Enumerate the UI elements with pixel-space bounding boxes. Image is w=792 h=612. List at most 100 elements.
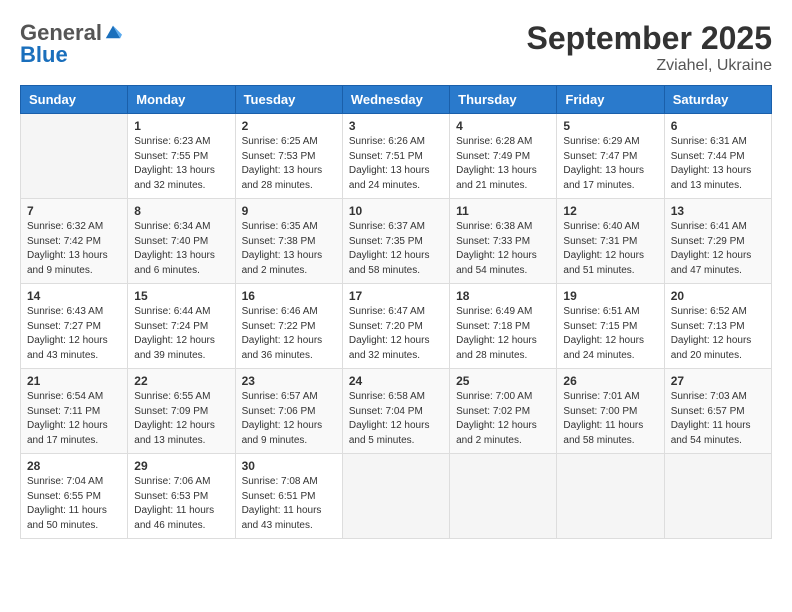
calendar-cell: 13 Sunrise: 6:41 AM Sunset: 7:29 PM Dayli… <box>664 199 771 284</box>
calendar-cell: 25 Sunrise: 7:00 AM Sunset: 7:02 PM Dayli… <box>450 369 557 454</box>
calendar-cell: 11 Sunrise: 6:38 AM Sunset: 7:33 PM Dayli… <box>450 199 557 284</box>
weekday-header-tuesday: Tuesday <box>235 86 342 114</box>
day-info: Sunrise: 6:26 AM Sunset: 7:51 PM Dayligh… <box>349 135 443 193</box>
day-info: Sunrise: 7:00 AM Sunset: 7:02 PM Dayligh… <box>456 390 550 448</box>
day-number: 18 <box>456 289 550 303</box>
calendar-cell: 8 Sunrise: 6:34 AM Sunset: 7:40 PM Daylig… <box>128 199 235 284</box>
calendar-week-row: 21 Sunrise: 6:54 AM Sunset: 7:11 PM Dayli… <box>21 369 772 454</box>
title-block: September 2025 Zviahel, Ukraine <box>527 20 772 75</box>
calendar-cell: 23 Sunrise: 6:57 AM Sunset: 7:06 PM Dayli… <box>235 369 342 454</box>
calendar-cell: 9 Sunrise: 6:35 AM Sunset: 7:38 PM Daylig… <box>235 199 342 284</box>
calendar-cell <box>342 454 449 539</box>
calendar-cell: 29 Sunrise: 7:06 AM Sunset: 6:53 PM Dayli… <box>128 454 235 539</box>
day-number: 15 <box>134 289 228 303</box>
day-info: Sunrise: 7:03 AM Sunset: 6:57 PM Dayligh… <box>671 390 765 448</box>
calendar-cell <box>450 454 557 539</box>
logo: General Blue <box>20 20 122 68</box>
day-info: Sunrise: 7:01 AM Sunset: 7:00 PM Dayligh… <box>563 390 657 448</box>
calendar-cell: 4Sunrise: 6:28 AM Sunset: 7:49 PM Daylig… <box>450 114 557 199</box>
day-number: 26 <box>563 374 657 388</box>
calendar-cell: 24 Sunrise: 6:58 AM Sunset: 7:04 PM Dayli… <box>342 369 449 454</box>
day-number: 7 <box>27 204 121 218</box>
calendar-table: SundayMondayTuesdayWednesdayThursdayFrid… <box>20 85 772 539</box>
weekday-header-thursday: Thursday <box>450 86 557 114</box>
calendar-week-row: 28 Sunrise: 7:04 AM Sunset: 6:55 PM Dayli… <box>21 454 772 539</box>
day-info: Sunrise: 7:04 AM Sunset: 6:55 PM Dayligh… <box>27 475 121 533</box>
day-info: Sunrise: 6:32 AM Sunset: 7:42 PM Dayligh… <box>27 220 121 278</box>
day-number: 21 <box>27 374 121 388</box>
logo-icon <box>104 22 122 40</box>
calendar-cell: 7 Sunrise: 6:32 AM Sunset: 7:42 PM Daylig… <box>21 199 128 284</box>
day-info: Sunrise: 6:52 AM Sunset: 7:13 PM Dayligh… <box>671 305 765 363</box>
calendar-cell: 26 Sunrise: 7:01 AM Sunset: 7:00 PM Dayli… <box>557 369 664 454</box>
day-number: 9 <box>242 204 336 218</box>
day-number: 8 <box>134 204 228 218</box>
day-number: 13 <box>671 204 765 218</box>
weekday-header-friday: Friday <box>557 86 664 114</box>
day-number: 24 <box>349 374 443 388</box>
calendar-cell: 21 Sunrise: 6:54 AM Sunset: 7:11 PM Dayli… <box>21 369 128 454</box>
weekday-header-saturday: Saturday <box>664 86 771 114</box>
day-info: Sunrise: 6:37 AM Sunset: 7:35 PM Dayligh… <box>349 220 443 278</box>
calendar-cell: 1 Sunrise: 6:23 AM Sunset: 7:55 PM Daylig… <box>128 114 235 199</box>
calendar-header-row: SundayMondayTuesdayWednesdayThursdayFrid… <box>21 86 772 114</box>
calendar-cell: 30 Sunrise: 7:08 AM Sunset: 6:51 PM Dayli… <box>235 454 342 539</box>
day-info: Sunrise: 7:08 AM Sunset: 6:51 PM Dayligh… <box>242 475 336 533</box>
day-info: Sunrise: 6:40 AM Sunset: 7:31 PM Dayligh… <box>563 220 657 278</box>
day-number: 22 <box>134 374 228 388</box>
day-number: 28 <box>27 459 121 473</box>
day-number: 12 <box>563 204 657 218</box>
day-info: Sunrise: 6:23 AM Sunset: 7:55 PM Dayligh… <box>134 135 228 193</box>
page-subtitle: Zviahel, Ukraine <box>527 57 772 75</box>
calendar-cell <box>664 454 771 539</box>
calendar-cell: 22Sunrise: 6:55 AM Sunset: 7:09 PM Dayli… <box>128 369 235 454</box>
weekday-header-sunday: Sunday <box>21 86 128 114</box>
day-number: 14 <box>27 289 121 303</box>
day-info: Sunrise: 6:57 AM Sunset: 7:06 PM Dayligh… <box>242 390 336 448</box>
calendar-cell <box>21 114 128 199</box>
day-number: 23 <box>242 374 336 388</box>
day-info: Sunrise: 6:38 AM Sunset: 7:33 PM Dayligh… <box>456 220 550 278</box>
calendar-cell: 18 Sunrise: 6:49 AM Sunset: 7:18 PM Dayli… <box>450 284 557 369</box>
calendar-cell: 14 Sunrise: 6:43 AM Sunset: 7:27 PM Dayli… <box>21 284 128 369</box>
day-number: 1 <box>134 119 228 133</box>
calendar-cell: 17 Sunrise: 6:47 AM Sunset: 7:20 PM Dayli… <box>342 284 449 369</box>
calendar-cell: 19 Sunrise: 6:51 AM Sunset: 7:15 PM Dayli… <box>557 284 664 369</box>
calendar-week-row: 14 Sunrise: 6:43 AM Sunset: 7:27 PM Dayli… <box>21 284 772 369</box>
day-number: 27 <box>671 374 765 388</box>
day-info: Sunrise: 6:49 AM Sunset: 7:18 PM Dayligh… <box>456 305 550 363</box>
day-info: Sunrise: 6:51 AM Sunset: 7:15 PM Dayligh… <box>563 305 657 363</box>
calendar-cell: 12 Sunrise: 6:40 AM Sunset: 7:31 PM Dayli… <box>557 199 664 284</box>
day-number: 11 <box>456 204 550 218</box>
day-info: Sunrise: 6:31 AM Sunset: 7:44 PM Dayligh… <box>671 135 765 193</box>
weekday-header-wednesday: Wednesday <box>342 86 449 114</box>
logo-blue: Blue <box>20 42 68 68</box>
day-info: Sunrise: 6:41 AM Sunset: 7:29 PM Dayligh… <box>671 220 765 278</box>
day-number: 17 <box>349 289 443 303</box>
day-info: Sunrise: 6:34 AM Sunset: 7:40 PM Dayligh… <box>134 220 228 278</box>
day-number: 30 <box>242 459 336 473</box>
day-number: 5 <box>563 119 657 133</box>
day-info: Sunrise: 6:29 AM Sunset: 7:47 PM Dayligh… <box>563 135 657 193</box>
day-info: Sunrise: 6:46 AM Sunset: 7:22 PM Dayligh… <box>242 305 336 363</box>
day-number: 19 <box>563 289 657 303</box>
day-info: Sunrise: 6:54 AM Sunset: 7:11 PM Dayligh… <box>27 390 121 448</box>
calendar-cell: 20 Sunrise: 6:52 AM Sunset: 7:13 PM Dayli… <box>664 284 771 369</box>
calendar-cell: 28 Sunrise: 7:04 AM Sunset: 6:55 PM Dayli… <box>21 454 128 539</box>
day-number: 6 <box>671 119 765 133</box>
day-info: Sunrise: 6:58 AM Sunset: 7:04 PM Dayligh… <box>349 390 443 448</box>
weekday-header-monday: Monday <box>128 86 235 114</box>
calendar-cell: 27 Sunrise: 7:03 AM Sunset: 6:57 PM Dayli… <box>664 369 771 454</box>
day-info: Sunrise: 6:25 AM Sunset: 7:53 PM Dayligh… <box>242 135 336 193</box>
day-info: Sunrise: 6:35 AM Sunset: 7:38 PM Dayligh… <box>242 220 336 278</box>
day-info: Sunrise: 6:47 AM Sunset: 7:20 PM Dayligh… <box>349 305 443 363</box>
day-number: 29 <box>134 459 228 473</box>
calendar-cell: 5 Sunrise: 6:29 AM Sunset: 7:47 PM Daylig… <box>557 114 664 199</box>
day-info: Sunrise: 6:43 AM Sunset: 7:27 PM Dayligh… <box>27 305 121 363</box>
calendar-cell: 2Sunrise: 6:25 AM Sunset: 7:53 PM Daylig… <box>235 114 342 199</box>
day-number: 16 <box>242 289 336 303</box>
day-number: 20 <box>671 289 765 303</box>
day-info: Sunrise: 7:06 AM Sunset: 6:53 PM Dayligh… <box>134 475 228 533</box>
calendar-week-row: 7 Sunrise: 6:32 AM Sunset: 7:42 PM Daylig… <box>21 199 772 284</box>
day-number: 25 <box>456 374 550 388</box>
